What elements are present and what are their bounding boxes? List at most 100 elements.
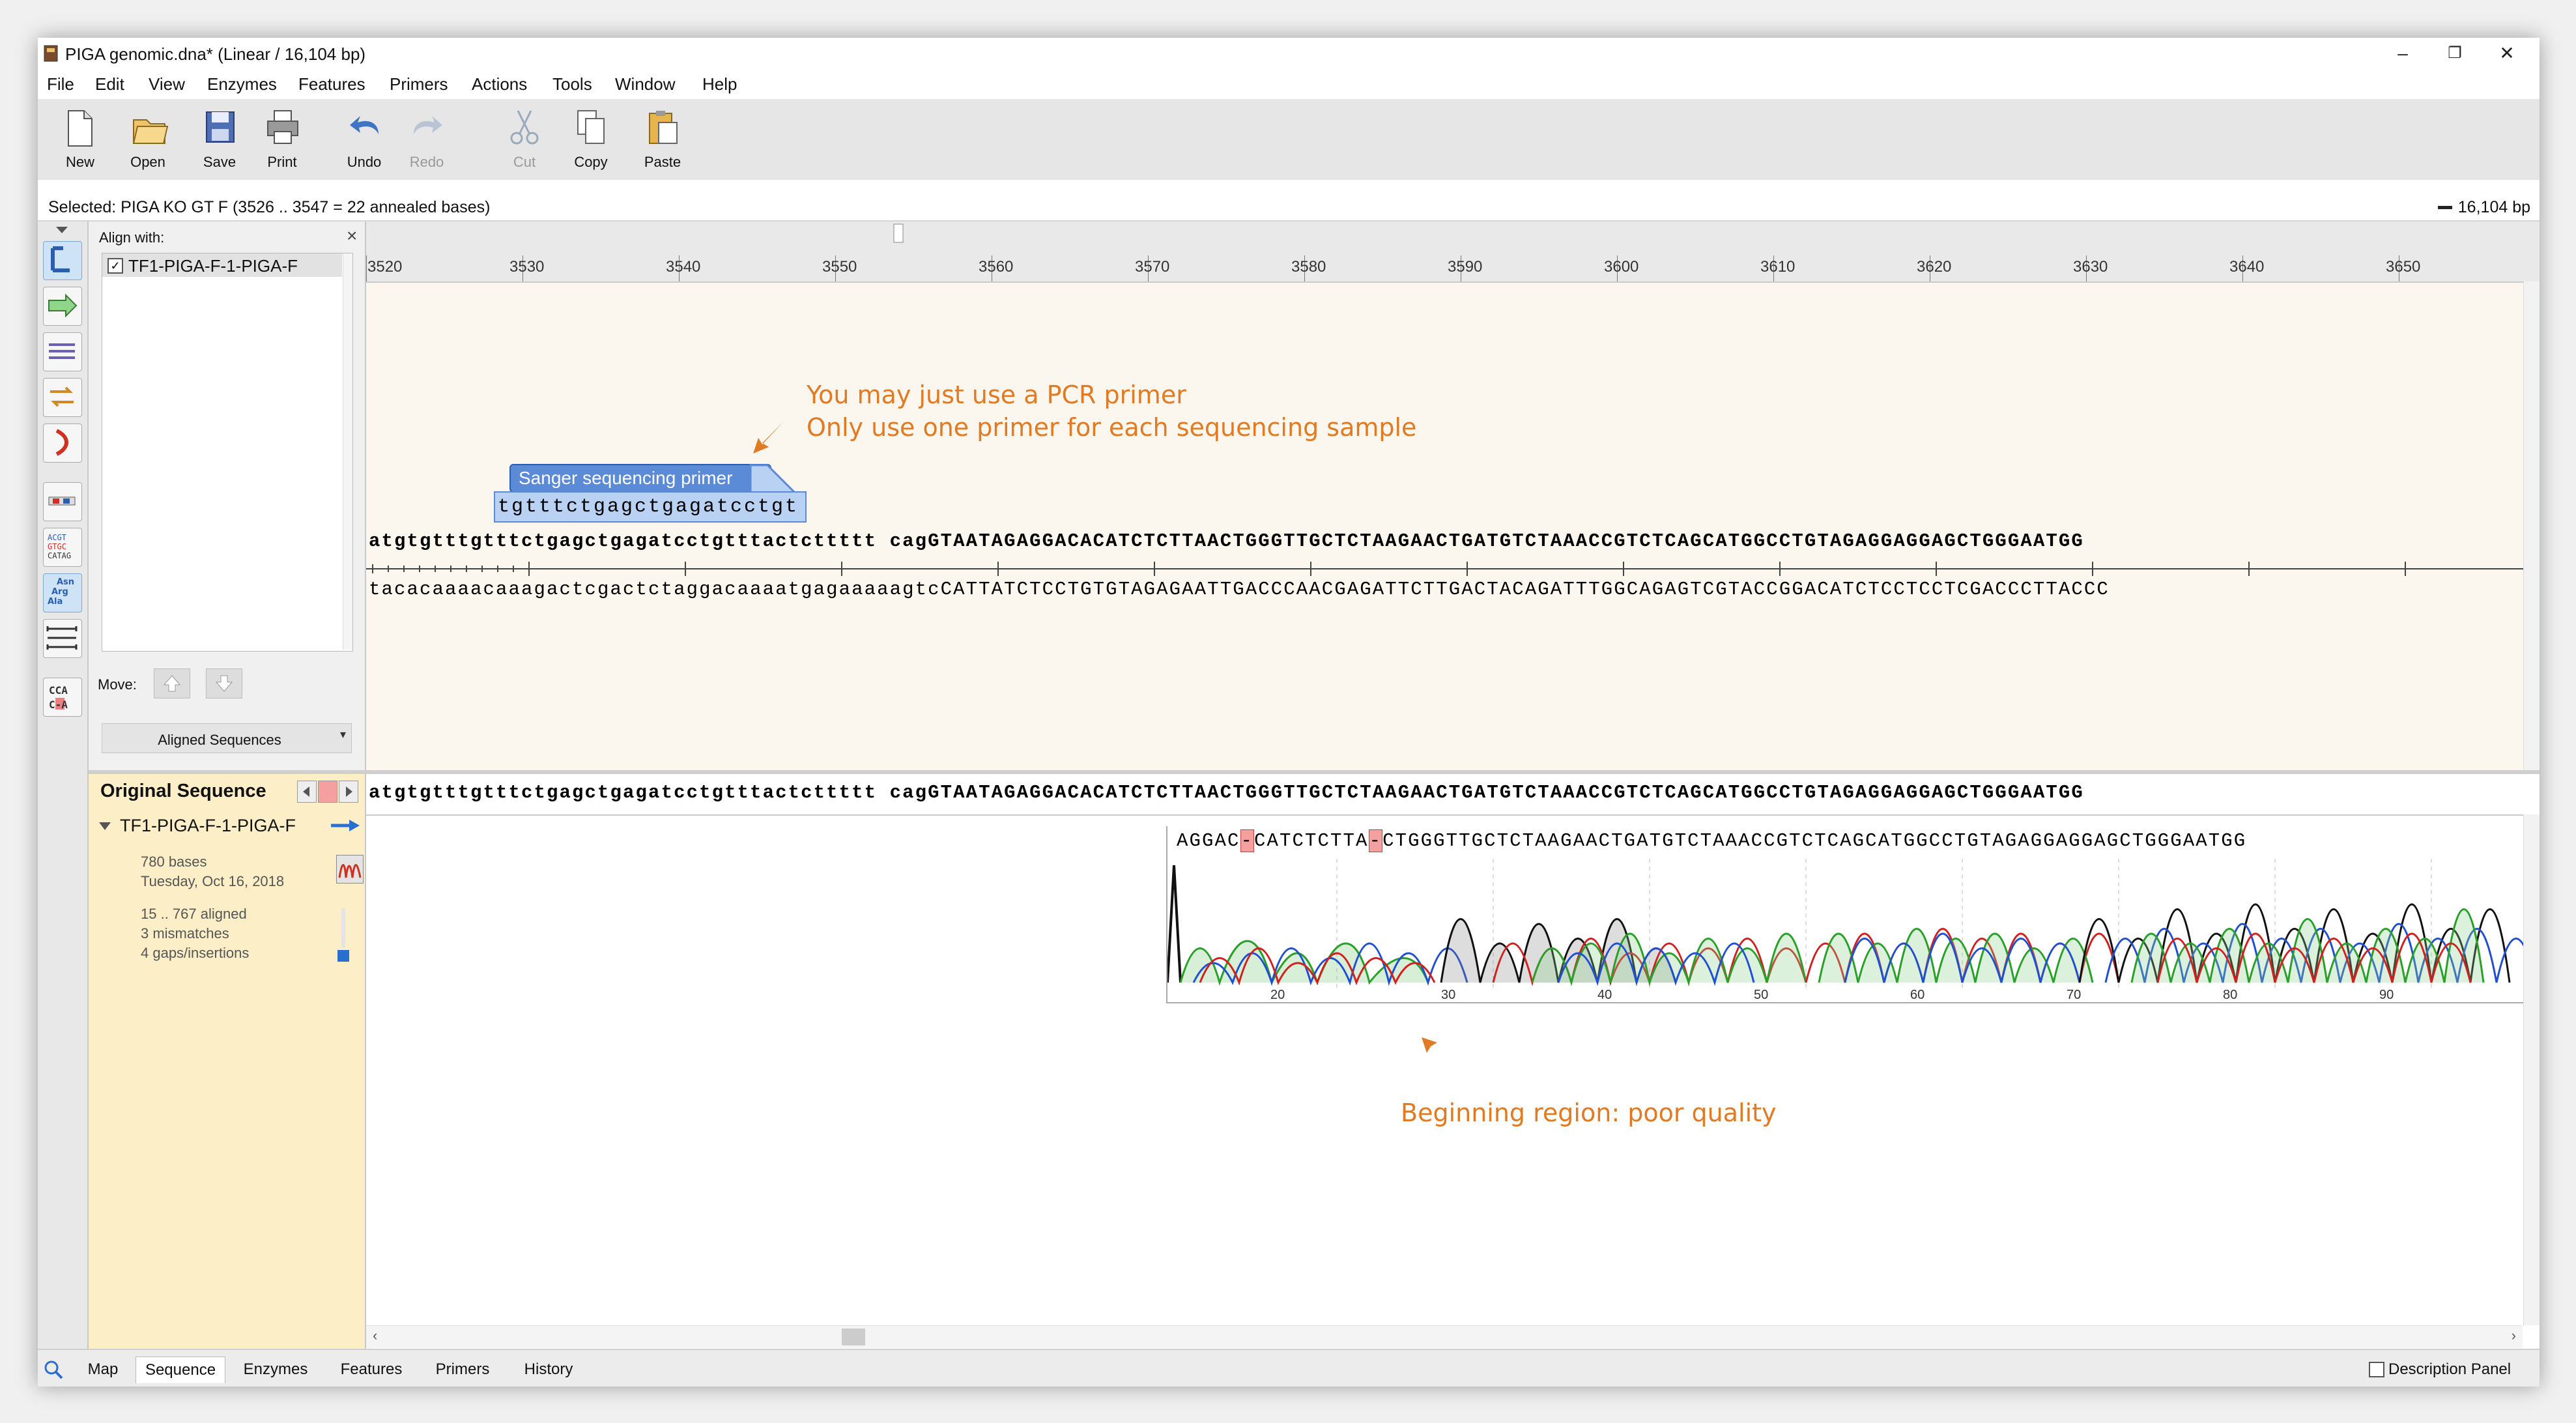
- ruler-label: 3530: [509, 258, 545, 276]
- chevron-down-icon: ▾: [339, 728, 346, 741]
- read-segment-b: CATCTCTTA: [1254, 830, 1369, 852]
- paste-label: Paste: [644, 154, 681, 170]
- move-up-button[interactable]: [154, 668, 190, 698]
- new-button[interactable]: New: [51, 104, 109, 175]
- minimize-button[interactable]: –: [2383, 40, 2422, 66]
- forward-direction-icon: [331, 820, 360, 831]
- down-arrow-icon: [215, 675, 233, 692]
- svg-text:CATAG: CATAG: [48, 551, 71, 560]
- primer-tool[interactable]: [43, 482, 82, 521]
- menu-features[interactable]: Features: [298, 74, 365, 94]
- primer-sequence-box[interactable]: tgtttctgagctgagatcctgt: [494, 491, 807, 523]
- scissors-icon: [510, 110, 539, 145]
- move-down-button[interactable]: [206, 668, 242, 698]
- menu-enzymes[interactable]: Enzymes: [207, 74, 277, 94]
- strand-tool[interactable]: [43, 332, 82, 371]
- gap-count: 4 gaps/insertions: [141, 945, 250, 961]
- sanger-primer-label-box[interactable]: Sanger sequencing primer: [509, 464, 771, 493]
- list-scrollbar[interactable]: [343, 253, 352, 650]
- close-button[interactable]: ✕: [2487, 40, 2526, 66]
- selection-status-bar: Selected: PIGA KO GT F (3526 .. 3547 = 2…: [38, 194, 2540, 222]
- list-item[interactable]: ✓ TF1-PIGA-F-1-PIGA-F: [102, 253, 342, 277]
- swap-tool[interactable]: [43, 378, 82, 417]
- redo-button[interactable]: Redo: [397, 104, 456, 175]
- open-button[interactable]: Open: [119, 104, 177, 175]
- translation-tool[interactable]: Asn Arg Ala: [43, 573, 82, 612]
- spacing-tool[interactable]: [43, 619, 82, 658]
- menu-bar: File Edit View Enzymes Features Primers …: [38, 70, 2540, 95]
- tab-map[interactable]: Map: [77, 1357, 129, 1383]
- expand-triangle-icon[interactable]: [98, 820, 112, 833]
- primer-note-line-1: You may just use a PCR primer: [807, 381, 1186, 409]
- trace-position: 50: [1754, 988, 1769, 1002]
- tab-enzymes[interactable]: Enzymes: [233, 1357, 318, 1383]
- scroll-marker-icon[interactable]: [893, 223, 906, 245]
- scroll-left-icon[interactable]: ‹: [373, 1327, 377, 1344]
- strip-collapse-icon[interactable]: [55, 225, 69, 235]
- cut-button[interactable]: Cut: [495, 104, 554, 175]
- coverage-bar: [341, 908, 345, 947]
- trace-position: 70: [2067, 988, 2082, 1002]
- new-label: New: [65, 154, 94, 170]
- menu-help[interactable]: Help: [702, 74, 737, 94]
- feature-arrow-tool[interactable]: [43, 287, 82, 326]
- undo-button[interactable]: Undo: [335, 104, 394, 175]
- gap-marker[interactable]: -: [1240, 829, 1255, 852]
- menu-window[interactable]: Window: [615, 74, 675, 94]
- top-strand[interactable]: atgtgtttgtttctgagctgagatcctgtttactcttttt…: [369, 530, 2084, 552]
- ruler-label: 3620: [1917, 258, 1952, 276]
- ruler-label: 3590: [1448, 258, 1483, 276]
- scroll-thumb[interactable]: [842, 1329, 865, 1345]
- scroll-right-icon[interactable]: ›: [2512, 1327, 2516, 1344]
- sequence-length: 16,104 bp: [2457, 198, 2530, 216]
- mismatch-marker-button[interactable]: [318, 781, 337, 803]
- aligned-sequences-dropdown[interactable]: Aligned Sequences ▾: [102, 723, 352, 753]
- trace-vertical-scrollbar[interactable]: [2523, 814, 2540, 1325]
- mismatch-tool[interactable]: CCA C-A: [43, 678, 82, 717]
- horizontal-scrollbar[interactable]: ‹ ›: [366, 1325, 2523, 1348]
- description-panel-checkbox[interactable]: [2369, 1362, 2384, 1377]
- original-sequence-panel: Original Sequence TF1-PIGA-F-1-PIGA-F 78…: [89, 774, 366, 1349]
- next-button[interactable]: [339, 781, 358, 803]
- tab-sequence[interactable]: Sequence: [136, 1357, 225, 1383]
- menu-primers[interactable]: Primers: [390, 74, 448, 94]
- map-vertical-scrollbar[interactable]: [2523, 281, 2540, 770]
- trace-sequence-name: TF1-PIGA-F-1-PIGA-F: [120, 816, 296, 835]
- menu-file[interactable]: File: [47, 74, 74, 94]
- read-segment-a: AGGAC: [1177, 830, 1240, 852]
- maximize-button[interactable]: ❐: [2435, 40, 2474, 66]
- orientation-tool[interactable]: [43, 424, 82, 463]
- select-tool[interactable]: [43, 241, 82, 280]
- tab-features[interactable]: Features: [328, 1357, 414, 1383]
- left-arrow-icon: [303, 786, 309, 797]
- sequence-checkbox[interactable]: ✓: [107, 258, 123, 274]
- search-icon[interactable]: [43, 1359, 64, 1380]
- trace-position: 20: [1270, 988, 1285, 1002]
- menu-tools[interactable]: Tools: [552, 74, 592, 94]
- tab-history[interactable]: History: [511, 1357, 586, 1383]
- gap-marker[interactable]: -: [1368, 829, 1383, 852]
- menu-view[interactable]: View: [149, 74, 185, 94]
- strand-lines-icon: [49, 343, 75, 359]
- svg-text:CCA: CCA: [49, 684, 68, 697]
- undo-arrow-icon: [350, 116, 379, 134]
- save-button[interactable]: Save: [190, 104, 249, 175]
- menu-edit[interactable]: Edit: [95, 74, 124, 94]
- up-left-arrow-icon: [1422, 1037, 1453, 1069]
- svg-text:GTGC: GTGC: [48, 542, 66, 551]
- open-label: Open: [130, 154, 165, 170]
- new-file-icon: [68, 110, 93, 147]
- bases-tool[interactable]: ACGT GTGC CATAG: [43, 528, 82, 567]
- copy-button[interactable]: Copy: [562, 104, 620, 175]
- read-sequence: AGGAC-CATCTCTTA-CTGGGTTGCTCTAAGAACTGATGT…: [1177, 829, 2246, 852]
- ruler-label: 3520: [367, 258, 403, 276]
- tab-primers[interactable]: Primers: [423, 1357, 502, 1383]
- align-panel-close-button[interactable]: ×: [347, 225, 357, 246]
- view-tab-bar: Map Sequence Enzymes Features Primers Hi…: [38, 1349, 2540, 1387]
- paste-button[interactable]: Paste: [633, 104, 692, 175]
- chromatogram-toggle-button[interactable]: [336, 855, 364, 884]
- menu-actions[interactable]: Actions: [472, 74, 527, 94]
- print-button[interactable]: Print: [253, 104, 311, 175]
- prev-button[interactable]: [297, 781, 317, 803]
- primer-bar-icon: [48, 496, 76, 506]
